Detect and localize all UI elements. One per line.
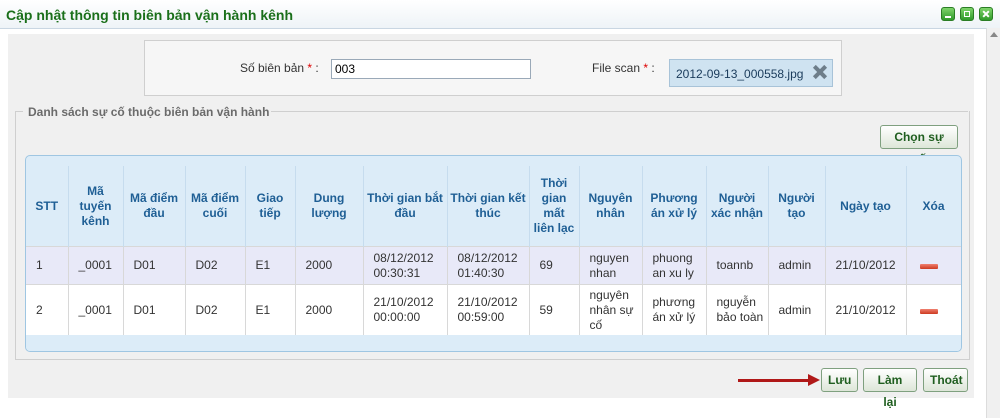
cell-giao-tiep: E1 bbox=[245, 246, 296, 285]
incident-table: STT Mã tuyến kênh Mã điểm đầu Mã điểm cu… bbox=[26, 166, 961, 335]
col-header-nguoi-xac-nhan[interactable]: Người xác nhận bbox=[706, 166, 769, 247]
arrow-right-icon bbox=[808, 374, 820, 386]
fieldset-border bbox=[15, 111, 23, 112]
col-header-xoa[interactable]: Xóa bbox=[906, 166, 961, 247]
cell-nguyen-nhan: nguyên nhân sự cố bbox=[579, 284, 643, 335]
cell-nguoi-tao: admin bbox=[768, 246, 826, 285]
col-header-nguyen-nhan[interactable]: Nguyên nhân bbox=[579, 166, 643, 247]
incident-list-legend: Danh sách sự cố thuộc biên bản vận hành bbox=[26, 105, 272, 119]
cell-mat-lien-lac: 59 bbox=[529, 284, 580, 335]
annotation-arrow bbox=[738, 379, 812, 382]
cell-ngay-tao: 21/10/2012 bbox=[825, 246, 907, 285]
col-header-thoi-gian-mat-lien-lac[interactable]: Thời gian mất liên lạc bbox=[529, 166, 580, 247]
cell-bat-dau: 21/10/2012 00:00:00 bbox=[363, 284, 448, 335]
so-bien-ban-input[interactable] bbox=[331, 59, 531, 79]
table-row[interactable]: 1 _0001 D01 D02 E1 2000 08/12/2012 00:30… bbox=[26, 246, 961, 285]
cell-xac-nhan: nguyễn bảo toàn bbox=[706, 284, 769, 335]
vertical-scrollbar[interactable] bbox=[986, 28, 1000, 418]
cell-diem-dau: D01 bbox=[123, 284, 186, 335]
minimize-icon[interactable] bbox=[941, 7, 955, 21]
cell-xoa bbox=[906, 246, 961, 285]
save-button[interactable]: Lưu bbox=[821, 368, 858, 392]
file-scan-attachment[interactable]: 2012-09-13_000558.jpg bbox=[669, 59, 833, 87]
col-header-ma-tuyen-kenh[interactable]: Mã tuyến kênh bbox=[68, 166, 124, 247]
cell-diem-dau: D01 bbox=[123, 246, 186, 285]
col-header-giao-tiep[interactable]: Giao tiếp bbox=[245, 166, 296, 247]
cell-phuong-an: phương án xử lý bbox=[642, 284, 707, 335]
cell-bat-dau: 08/12/2012 00:30:31 bbox=[363, 246, 448, 285]
file-scan-label: File scan * : bbox=[592, 61, 655, 75]
cell-phuong-an: phuong an xu ly bbox=[642, 246, 707, 285]
cell-diem-cuoi: D02 bbox=[185, 246, 246, 285]
file-scan-name[interactable]: 2012-09-13_000558.jpg bbox=[676, 67, 803, 81]
report-header-panel: Số biên bản * : File scan * : 2012-09-13… bbox=[144, 40, 842, 96]
col-header-stt[interactable]: STT bbox=[26, 166, 69, 247]
cell-dung-luong: 2000 bbox=[295, 284, 364, 335]
exit-button[interactable]: Thoát bbox=[923, 368, 968, 392]
window-titlebar: Cập nhật thông tin biên bản vận hành kên… bbox=[0, 0, 1000, 29]
incident-grid: STT Mã tuyến kênh Mã điểm đầu Mã điểm cu… bbox=[25, 155, 962, 352]
table-header-row: STT Mã tuyến kênh Mã điểm đầu Mã điểm cu… bbox=[26, 166, 961, 247]
col-header-dung-luong[interactable]: Dung lượng bbox=[295, 166, 364, 247]
cell-ket-thuc: 21/10/2012 00:59:00 bbox=[447, 284, 530, 335]
cell-ket-thuc: 08/12/2012 01:40:30 bbox=[447, 246, 530, 285]
col-header-nguoi-tao[interactable]: Người tạo bbox=[768, 166, 826, 247]
cell-stt: 2 bbox=[26, 284, 69, 335]
choose-incident-button[interactable]: Chọn sự cố bbox=[880, 125, 958, 166]
scroll-up-icon[interactable] bbox=[990, 32, 998, 37]
delete-icon[interactable] bbox=[919, 308, 938, 314]
col-header-thoi-gian-bat-dau[interactable]: Thời gian bắt đầu bbox=[363, 166, 448, 247]
close-icon[interactable] bbox=[979, 7, 993, 21]
cell-diem-cuoi: D02 bbox=[185, 284, 246, 335]
cell-xac-nhan: toannb bbox=[706, 246, 769, 285]
table-row[interactable]: 2 _0001 D01 D02 E1 2000 21/10/2012 00:00… bbox=[26, 284, 961, 335]
col-header-phuong-an-xu-ly[interactable]: Phương án xử lý bbox=[642, 166, 707, 247]
col-header-ma-diem-dau[interactable]: Mã điểm đầu bbox=[123, 166, 186, 247]
cell-nguyen-nhan: nguyen nhan bbox=[579, 246, 643, 285]
fieldset-border bbox=[265, 111, 968, 112]
remove-file-icon[interactable] bbox=[812, 64, 828, 80]
cell-ma-tuyen: _0001 bbox=[68, 246, 124, 285]
cell-ngay-tao: 21/10/2012 bbox=[825, 284, 907, 335]
cell-mat-lien-lac: 69 bbox=[529, 246, 580, 285]
delete-icon[interactable] bbox=[919, 264, 938, 269]
so-bien-ban-label: Số biên bản * : bbox=[240, 61, 319, 75]
col-header-thoi-gian-ket-thuc[interactable]: Thời gian kết thúc bbox=[447, 166, 530, 247]
cell-giao-tiep: E1 bbox=[245, 284, 296, 335]
cell-nguoi-tao: admin bbox=[768, 284, 826, 335]
grid-footer bbox=[26, 340, 961, 351]
reset-button[interactable]: Làm lại bbox=[863, 368, 917, 409]
cell-dung-luong: 2000 bbox=[295, 246, 364, 285]
maximize-icon[interactable] bbox=[960, 7, 974, 21]
cell-xoa bbox=[906, 284, 961, 335]
window-title: Cập nhật thông tin biên bản vận hành kên… bbox=[6, 7, 293, 23]
cell-ma-tuyen: _0001 bbox=[68, 284, 124, 335]
col-header-ma-diem-cuoi[interactable]: Mã điểm cuối bbox=[185, 166, 246, 247]
cell-stt: 1 bbox=[26, 246, 69, 285]
col-header-ngay-tao[interactable]: Ngày tạo bbox=[825, 166, 907, 247]
